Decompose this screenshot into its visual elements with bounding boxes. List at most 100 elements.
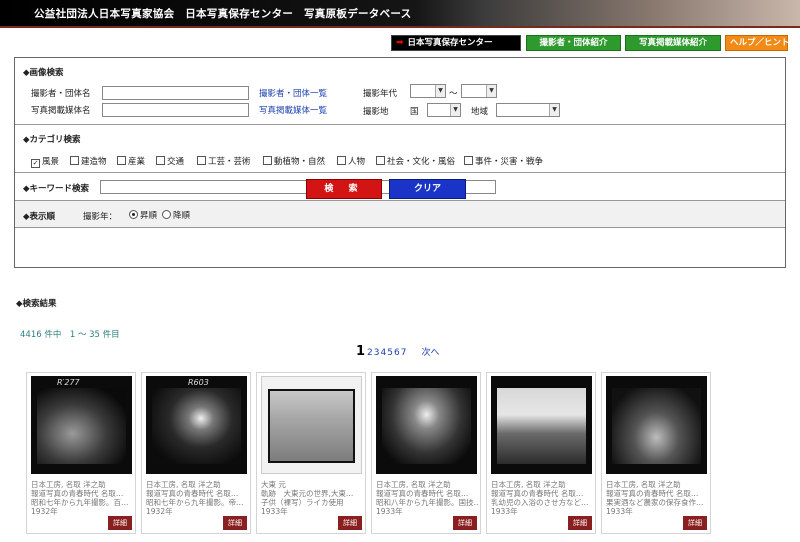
checkbox[interactable]: ✓ <box>31 159 40 168</box>
nav-help-button[interactable]: ヘルプ／ヒント <box>725 35 790 51</box>
result-year: 1933年 <box>491 507 518 516</box>
media-input[interactable] <box>102 103 249 117</box>
result-card[interactable]: 日本工房, 名取 洋之助 報道写真の青春時代 名取… 乳幼児の入浴のさせ方など…… <box>486 372 596 534</box>
category-checkbox-incidents[interactable]: 事件・災害・戦争 <box>464 155 543 167</box>
category-checkbox-nature[interactable]: 動植物・自然 <box>263 155 325 167</box>
photographer-label: 撮影者・団体名 <box>31 89 91 99</box>
section-divider <box>15 227 785 228</box>
category-label: 工芸・芸術 <box>208 157 251 167</box>
order-asc-option[interactable]: 昇順 <box>129 209 157 221</box>
year-label: 撮影年代 <box>363 89 398 99</box>
checkbox[interactable] <box>376 156 385 165</box>
checkbox[interactable] <box>263 156 272 165</box>
clear-button[interactable]: クリア <box>389 179 466 199</box>
page-link[interactable]: 7 <box>401 348 407 358</box>
category-label: 動植物・自然 <box>274 157 326 167</box>
arrow-right-icon: ➡ <box>396 38 404 48</box>
photographer-list-link[interactable]: 撮影者・団体一覧 <box>259 87 327 99</box>
results-title: ◆検索結果 <box>16 299 57 309</box>
result-card[interactable]: R603 日本工房, 名取 洋之助 報道写真の青春時代 名取… 昭和七年から九年… <box>141 372 251 534</box>
category-checkbox-crafts-arts[interactable]: 工芸・芸術 <box>197 155 251 167</box>
checkbox[interactable] <box>337 156 346 165</box>
result-year: 1933年 <box>261 507 288 516</box>
result-card[interactable]: R′277 日本工房, 名取 洋之助 報道写真の青春時代 名取… 昭和七年から九… <box>26 372 136 534</box>
page-link[interactable]: 2 <box>367 348 373 358</box>
result-line: 日本工房, 名取 洋之助 <box>491 480 566 489</box>
checkbox[interactable] <box>464 156 473 165</box>
nav-media-button[interactable]: 写真掲載媒体紹介 <box>625 35 721 51</box>
category-label: 交通 <box>167 157 185 167</box>
category-checkbox-society-culture[interactable]: 社会・文化・風俗 <box>376 155 455 167</box>
search-button[interactable]: 検 索 <box>306 179 382 199</box>
page-link[interactable]: 6 <box>394 348 400 358</box>
nav-photographer-button[interactable]: 撮影者・団体紹介 <box>526 35 621 51</box>
detail-button[interactable]: 詳細 <box>108 516 132 530</box>
result-year: 1933年 <box>606 507 633 516</box>
media-label: 写真掲載媒体名 <box>31 106 91 116</box>
country-label: 国 <box>410 107 419 117</box>
category-label: 事件・災害・戦争 <box>475 157 544 167</box>
category-checkbox-transport[interactable]: 交通 <box>156 155 184 167</box>
result-meta: 日本工房, 名取 洋之助 報道写真の青春時代 名取… 昭和七年から九年撮影。百…… <box>31 480 134 516</box>
category-checkbox-landscape[interactable]: ✓ 風景 <box>31 155 59 168</box>
result-card[interactable]: 日本工房, 名取 洋之助 報道写真の青春時代 名取… 果実酒など農家の保存食作…… <box>601 372 711 534</box>
negative-code: R603 <box>188 378 209 387</box>
category-checkbox-people[interactable]: 人物 <box>337 155 365 167</box>
result-photo[interactable] <box>606 376 707 474</box>
order-title: ◆表示順 <box>23 212 56 222</box>
detail-button[interactable]: 詳細 <box>453 516 477 530</box>
result-photo[interactable] <box>376 376 477 474</box>
radio-button[interactable] <box>129 210 138 219</box>
radio-button[interactable] <box>162 210 171 219</box>
next-page-link[interactable]: 次へ <box>421 348 439 358</box>
checkbox[interactable] <box>156 156 165 165</box>
result-photo[interactable] <box>491 376 592 474</box>
region-label: 地域 <box>471 107 489 117</box>
page-link[interactable]: 4 <box>381 348 387 358</box>
order-desc-option[interactable]: 降順 <box>162 209 190 221</box>
chevron-down-icon: ▼ <box>450 104 460 116</box>
photo-image <box>612 388 701 464</box>
checkbox[interactable] <box>117 156 126 165</box>
result-photo[interactable]: R603 <box>146 376 247 474</box>
detail-button[interactable]: 詳細 <box>568 516 592 530</box>
checkbox[interactable] <box>197 156 206 165</box>
detail-button[interactable]: 詳細 <box>338 516 362 530</box>
order-asc-label: 昇順 <box>140 211 158 221</box>
result-year: 1933年 <box>376 507 403 516</box>
result-line: 乳幼児の入浴のさせ方など… <box>491 498 589 507</box>
result-card[interactable]: 日本工房, 名取 洋之助 報道写真の青春時代 名取… 昭和八年から九年撮影。国技… <box>371 372 481 534</box>
category-checkbox-buildings[interactable]: 建造物 <box>70 155 107 167</box>
order-desc-label: 降順 <box>173 211 191 221</box>
region-select[interactable]: ▼ <box>496 103 560 117</box>
result-meta: 日本工房, 名取 洋之助 報道写真の青春時代 名取… 果実酒など農家の保存食作…… <box>606 480 709 516</box>
result-photo[interactable]: R′277 <box>31 376 132 474</box>
order-field-label: 撮影年： <box>83 212 118 222</box>
photo-image <box>497 388 586 464</box>
category-checkbox-industry[interactable]: 産業 <box>117 155 145 167</box>
result-line: 報道写真の青春時代 名取… <box>146 489 239 498</box>
result-card[interactable]: 大東 元 軌跡 大東元の世界,大東… 子供（裸写）ライカ使用 1933年 詳細 <box>256 372 366 534</box>
media-list-link[interactable]: 写真掲載媒体一覧 <box>259 104 327 116</box>
detail-button[interactable]: 詳細 <box>683 516 707 530</box>
page-link[interactable]: 3 <box>374 348 380 358</box>
negative-code: R′277 <box>57 378 80 387</box>
photographer-input[interactable] <box>102 86 249 100</box>
search-panel: ◆画像検索 撮影者・団体名 撮影者・団体一覧 写真掲載媒体名 写真掲載媒体一覧 … <box>14 57 786 268</box>
result-line: 軌跡 大東元の世界,大東… <box>261 489 354 498</box>
year-range-separator: 〜 <box>449 89 458 99</box>
year-to-select[interactable]: ▼ <box>461 84 497 98</box>
keyword-search-title: ◆キーワード検索 <box>23 184 90 194</box>
place-label: 撮影地 <box>363 107 389 117</box>
detail-button[interactable]: 詳細 <box>223 516 247 530</box>
year-from-select[interactable]: ▼ <box>410 84 446 98</box>
category-label: 建造物 <box>81 157 107 167</box>
result-line: 日本工房, 名取 洋之助 <box>146 480 221 489</box>
checkbox[interactable] <box>70 156 79 165</box>
photo-image <box>382 388 471 464</box>
result-line: 果実酒など農家の保存食作… <box>606 498 704 507</box>
nav-photo-center-button[interactable]: ➡ 日本写真保存センター <box>391 35 521 51</box>
country-select[interactable]: ▼ <box>427 103 461 117</box>
page-link[interactable]: 5 <box>387 348 393 358</box>
result-photo[interactable] <box>261 376 362 474</box>
